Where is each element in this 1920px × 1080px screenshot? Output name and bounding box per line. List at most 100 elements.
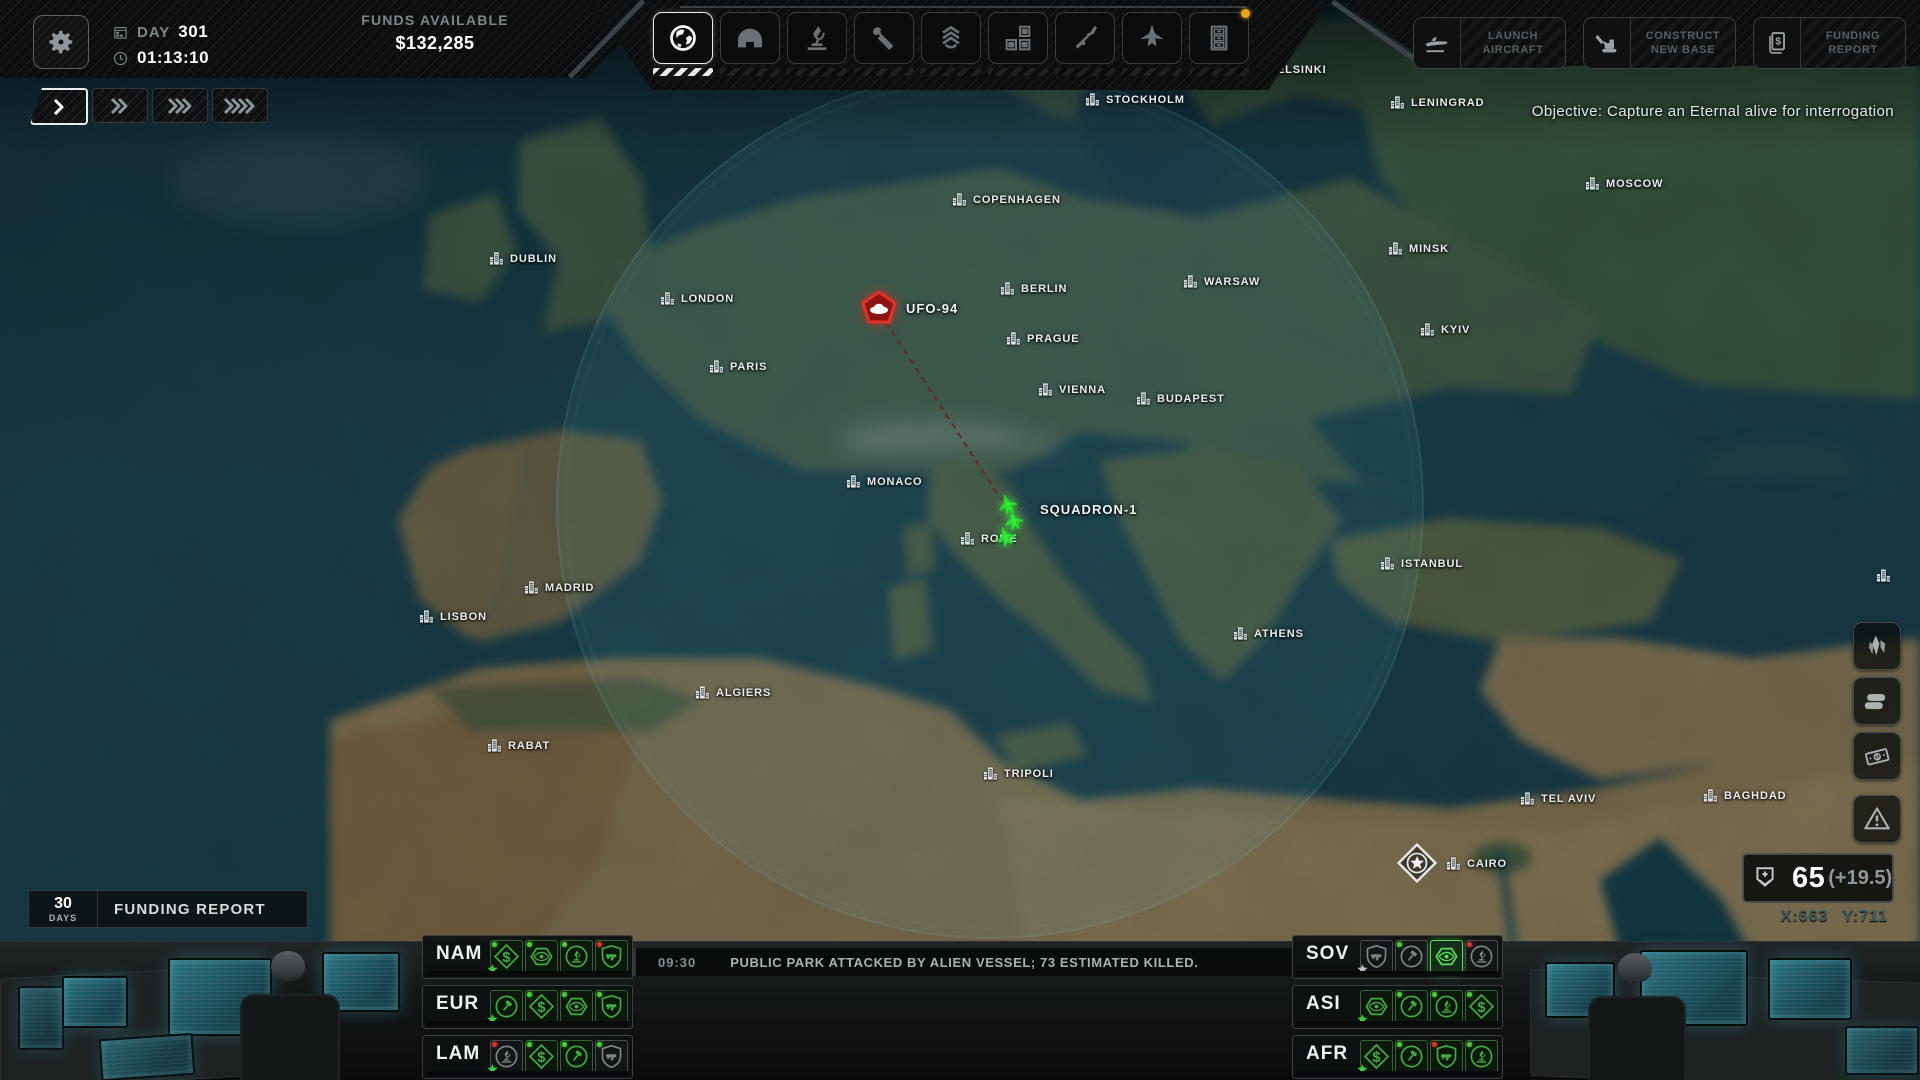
- city-label: VIENNA: [1059, 383, 1106, 396]
- finances-button[interactable]: $: [1853, 732, 1901, 780]
- player-base-marker[interactable]: [1396, 842, 1438, 884]
- city-icon: [952, 192, 967, 207]
- city-icon: [1585, 176, 1600, 191]
- city-label: MOSCOW: [1606, 177, 1664, 190]
- tab-engineering[interactable]: [854, 12, 914, 78]
- city-stockholm: STOCKHOLM: [1085, 92, 1185, 107]
- status-dot-green: [527, 942, 532, 947]
- status-dot-red: [1467, 942, 1472, 947]
- svg-text:$: $: [537, 1050, 545, 1066]
- region-military-tile: [1357, 940, 1393, 974]
- tab-archive[interactable]: [1189, 9, 1250, 78]
- city-istanbul: ISTANBUL: [1380, 556, 1463, 571]
- city-label: TRIPOLI: [1004, 767, 1054, 780]
- region-intel-tile: [1357, 990, 1393, 1024]
- tab-geoscape[interactable]: [653, 12, 713, 78]
- region-row-lam[interactable]: LAM $: [422, 1035, 633, 1079]
- tab-armory[interactable]: [1055, 12, 1115, 78]
- speed-2x-button[interactable]: [92, 88, 148, 123]
- region-row-eur[interactable]: EUR $: [422, 985, 633, 1029]
- status-dot-green: [1397, 942, 1402, 947]
- region-row-asi[interactable]: ASI $: [1292, 985, 1503, 1029]
- city-icon: [1380, 556, 1395, 571]
- region-progress-strip: [426, 971, 629, 976]
- speed-4x-button[interactable]: [212, 88, 268, 123]
- squadron-marker[interactable]: SQUADRON-1: [988, 494, 1137, 556]
- region-code: ASI: [1306, 993, 1341, 1014]
- calendar-icon: [112, 24, 129, 41]
- status-dot-green: [562, 992, 567, 997]
- tab-personnel[interactable]: [921, 12, 981, 78]
- city-tripoli: TRIPOLI: [983, 766, 1054, 781]
- region-row-afr[interactable]: AFR $: [1292, 1035, 1503, 1079]
- city-icon: [695, 685, 710, 700]
- city-label: BAGHDAD: [1724, 789, 1787, 802]
- funding-report-label: FUNDING REPORT: [1801, 18, 1905, 68]
- globe-icon: [667, 22, 699, 54]
- cursor-coordinates: X:663 Y:711: [1760, 908, 1888, 926]
- city-leningrad: LENINGRAD: [1390, 95, 1485, 110]
- time-speed-controls: [30, 88, 268, 125]
- city-label: ATHENS: [1254, 627, 1304, 640]
- ufo-label: UFO-94: [906, 300, 959, 316]
- city-icon: [489, 251, 504, 266]
- city-icon: [419, 609, 434, 624]
- city-label: COPENHAGEN: [973, 193, 1061, 206]
- city-icon: [709, 359, 724, 374]
- region-row-nam[interactable]: NAM $: [422, 935, 633, 979]
- city-icon: [1233, 626, 1248, 641]
- alenium-resources-button[interactable]: [1853, 622, 1901, 670]
- coord-x: X:663: [1780, 908, 1829, 925]
- tab-bases[interactable]: [720, 12, 780, 78]
- score-delta: (+19.5): [1828, 866, 1893, 889]
- region-military-tile: [595, 1040, 628, 1073]
- city-icon: [487, 738, 502, 753]
- chevron-icon: [223, 97, 255, 114]
- coord-y: Y:711: [1842, 908, 1888, 925]
- city-copenhagen: COPENHAGEN: [952, 192, 1061, 207]
- ufo-marker[interactable]: UFO-94: [860, 289, 958, 327]
- ticker-message: PUBLIC PARK ATTACKED BY ALIEN VESSEL; 73…: [730, 954, 1199, 970]
- speed-1x-button[interactable]: [30, 88, 88, 125]
- funding-report-button[interactable]: $ FUNDING REPORT: [1753, 17, 1906, 69]
- city-athens: ATHENS: [1233, 626, 1304, 641]
- header-action-buttons: LAUNCH AIRCRAFT CONSTRUCT NEW BASE $ FUNDING R…: [1413, 17, 1906, 69]
- day-display: DAY 301: [112, 22, 208, 42]
- city-algiers: ALGIERS: [695, 685, 771, 700]
- region-row-sov[interactable]: SOV: [1292, 935, 1503, 979]
- settings-button[interactable]: [33, 15, 89, 69]
- cabinet-icon: [1203, 22, 1235, 54]
- rank-icon: [935, 22, 967, 54]
- city-icon: [1703, 788, 1718, 803]
- launch-aircraft-button[interactable]: LAUNCH AIRCRAFT: [1413, 17, 1566, 69]
- crystal-icon: [1863, 632, 1891, 660]
- funds-display: FUNDS AVAILABLE $132,285: [330, 12, 540, 54]
- svg-text:$: $: [502, 950, 510, 966]
- clock-display: 01:13:10: [112, 48, 209, 68]
- city-label: LONDON: [681, 292, 735, 305]
- city-label: LENINGRAD: [1411, 96, 1485, 109]
- construct-new-base-button[interactable]: CONSTRUCT NEW BASE: [1583, 17, 1736, 69]
- operator-right-head: [1618, 953, 1652, 983]
- region-research-tile: [1465, 1040, 1498, 1073]
- tab-research[interactable]: [787, 12, 847, 78]
- fuel-resources-button[interactable]: [1853, 677, 1901, 725]
- tab-stores[interactable]: [988, 12, 1048, 78]
- alerts-button[interactable]: [1853, 795, 1901, 843]
- region-research-tile: [1430, 990, 1463, 1023]
- city-label: PRAGUE: [1027, 332, 1080, 345]
- city-dublin: DUBLIN: [489, 251, 557, 266]
- banknote-icon: $: [1863, 742, 1891, 770]
- region-military-tile: [595, 940, 628, 973]
- region-intel-tile: [525, 940, 558, 973]
- construct-new-base-label: CONSTRUCT NEW BASE: [1631, 18, 1735, 68]
- speed-3x-button[interactable]: [152, 88, 208, 123]
- city-label: MADRID: [545, 581, 595, 594]
- region-progress-strip: [426, 1071, 629, 1076]
- city-warsaw: WARSAW: [1183, 274, 1260, 289]
- city-minsk: MINSK: [1388, 241, 1449, 256]
- operator-right: [1588, 996, 1686, 1080]
- funding-report-bar[interactable]: 30 DAYS FUNDING REPORT: [28, 890, 308, 928]
- city-monaco: MONACO: [846, 474, 923, 489]
- tab-aircraft[interactable]: [1122, 12, 1182, 78]
